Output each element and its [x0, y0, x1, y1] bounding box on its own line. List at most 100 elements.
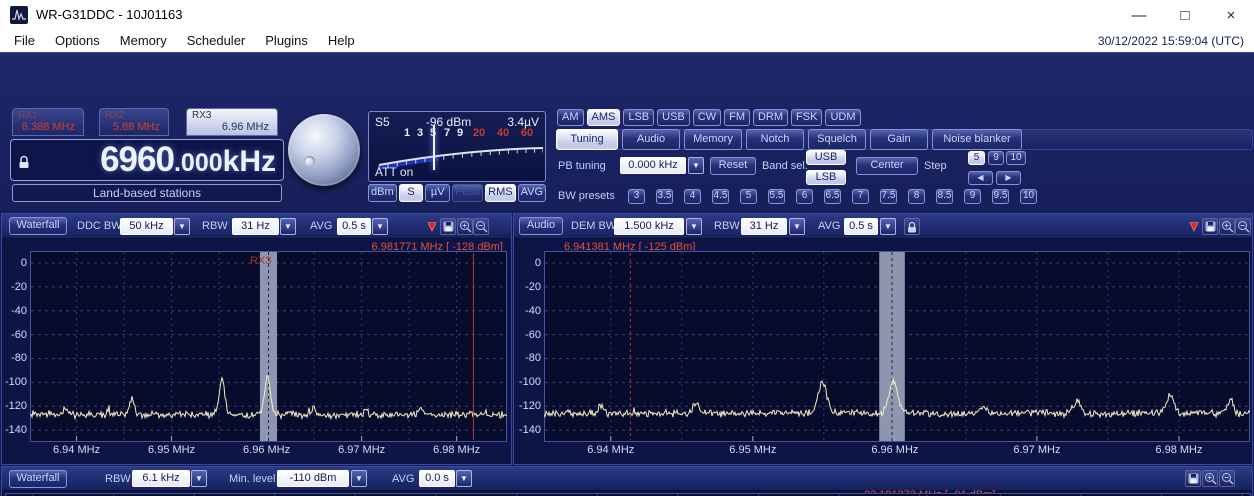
menu-item-scheduler[interactable]: Scheduler: [177, 30, 256, 52]
bw-preset-7[interactable]: 7: [852, 189, 869, 204]
mode-button-ams[interactable]: AMS: [586, 109, 621, 126]
tab-squelch[interactable]: Squelch: [808, 129, 866, 150]
save-icon[interactable]: [440, 218, 456, 235]
zoom-out-icon[interactable]: [473, 218, 489, 235]
channel-rbw-value[interactable]: 31 Hz: [741, 218, 787, 235]
tab-tuning[interactable]: Tuning: [556, 129, 618, 150]
bw-preset-5[interactable]: 5: [740, 189, 757, 204]
y-axis-label: 0: [20, 256, 27, 269]
titlebar: WR-G31DDC - 10J01163 — □ ×: [0, 0, 1254, 30]
mode-button-udm[interactable]: UDM: [825, 109, 861, 126]
ddc-bw-value[interactable]: 50 kHz: [120, 218, 173, 235]
tab-notch[interactable]: Notch: [746, 129, 804, 150]
zoom-in-icon[interactable]: [1219, 218, 1235, 235]
tab-noise-blanker[interactable]: Noise blanker: [932, 129, 1022, 150]
bw-preset-7-5[interactable]: 7.5: [880, 189, 897, 204]
lock-toggle-icon[interactable]: [904, 218, 920, 235]
tab-gain[interactable]: Gain: [870, 129, 928, 150]
menu-item-help[interactable]: Help: [318, 30, 365, 52]
audio-plot[interactable]: [544, 251, 1250, 442]
audio-button[interactable]: Audio: [519, 217, 563, 235]
bw-preset-10[interactable]: 10: [1020, 189, 1037, 204]
zoom-out-icon[interactable]: [1219, 470, 1235, 487]
rx-tab-rx2[interactable]: RX2 5.88 MHz: [99, 108, 169, 136]
bw-preset-3-5[interactable]: 3.5: [656, 189, 673, 204]
waterfall-toggle-button[interactable]: Waterfall: [9, 470, 67, 488]
bw-preset-9[interactable]: 9: [964, 189, 981, 204]
step-button-10[interactable]: 10: [1006, 151, 1026, 165]
step-button-9[interactable]: 9: [988, 151, 1004, 165]
wide-rbw-dropdown[interactable]: ▼: [191, 470, 207, 487]
menu-item-plugins[interactable]: Plugins: [255, 30, 318, 52]
bw-preset-5-5[interactable]: 5.5: [768, 189, 785, 204]
marker-icon[interactable]: [424, 218, 440, 235]
ddc-plot[interactable]: [30, 251, 507, 442]
step-up-button[interactable]: ▶: [996, 171, 1021, 185]
frequency-display[interactable]: 6960.000kHz: [10, 139, 284, 181]
pb-tuning-dropdown[interactable]: ▼: [688, 157, 704, 174]
menu-item-memory[interactable]: Memory: [110, 30, 177, 52]
zoom-in-icon[interactable]: [1202, 470, 1218, 487]
ddc-avg-dropdown[interactable]: ▼: [372, 218, 388, 235]
mode-button-drm[interactable]: DRM: [752, 109, 789, 126]
bw-preset-3[interactable]: 3: [628, 189, 645, 204]
meter-avg-button[interactable]: AVG: [517, 184, 547, 202]
save-icon[interactable]: [1202, 218, 1218, 235]
maximize-button[interactable]: □: [1162, 0, 1208, 30]
mode-button-cw[interactable]: CW: [692, 109, 722, 126]
rx-tab-rx3[interactable]: RX3 6.96 MHz: [186, 108, 278, 136]
step-button-5[interactable]: 5: [968, 151, 985, 165]
minimize-button[interactable]: —: [1116, 0, 1162, 30]
bw-preset-4[interactable]: 4: [684, 189, 701, 204]
window-title: WR-G31DDC - 10J01163: [36, 7, 183, 22]
marker-icon[interactable]: [1186, 218, 1202, 235]
pb-tuning-input[interactable]: 0.000 kHz: [620, 157, 686, 174]
meter-s-button[interactable]: S: [398, 184, 424, 202]
channel-avg-dropdown[interactable]: ▼: [880, 218, 896, 235]
wide-rbw-value[interactable]: 6.1 kHz: [132, 470, 190, 487]
bw-preset-8-5[interactable]: 8.5: [936, 189, 953, 204]
mode-button-fsk[interactable]: FSK: [791, 109, 823, 126]
min-level-value[interactable]: -110 dBm: [277, 470, 349, 487]
meter-rms-button[interactable]: RMS: [485, 184, 516, 202]
bw-preset-8[interactable]: 8: [908, 189, 925, 204]
band-lsb-button[interactable]: LSB: [806, 170, 846, 185]
zoom-in-icon[interactable]: [457, 218, 473, 235]
zoom-out-icon[interactable]: [1235, 218, 1251, 235]
ddc-rbw-dropdown[interactable]: ▼: [280, 218, 296, 235]
menu-item-file[interactable]: File: [4, 30, 45, 52]
close-button[interactable]: ×: [1208, 0, 1254, 30]
ddc-bw-dropdown[interactable]: ▼: [174, 218, 190, 235]
meter-dbm-button[interactable]: dBm: [368, 184, 397, 202]
mode-button-am[interactable]: AM: [557, 109, 584, 126]
ddc-avg-value[interactable]: 0.5 s: [337, 218, 371, 235]
ddc-rbw-value[interactable]: 31 Hz: [232, 218, 279, 235]
dem-bw-dropdown[interactable]: ▼: [686, 218, 702, 235]
center-button[interactable]: Center: [856, 157, 918, 175]
save-icon[interactable]: [1185, 470, 1201, 487]
min-level-dropdown[interactable]: ▼: [351, 470, 367, 487]
band-usb-button[interactable]: USB: [806, 150, 846, 165]
bw-preset-9-5[interactable]: 9.5: [992, 189, 1009, 204]
tab-memory[interactable]: Memory: [684, 129, 742, 150]
wide-avg-value[interactable]: 0.0 s: [419, 470, 455, 487]
channel-rbw-dropdown[interactable]: ▼: [789, 218, 805, 235]
bw-preset-6-5[interactable]: 6.5: [824, 189, 841, 204]
wide-avg-dropdown[interactable]: ▼: [456, 470, 472, 487]
tuning-knob[interactable]: [288, 114, 360, 186]
bw-preset-4-5[interactable]: 4.5: [712, 189, 729, 204]
mode-button-fm[interactable]: FM: [724, 109, 750, 126]
meter--v-button[interactable]: µV: [425, 184, 451, 202]
dem-bw-value[interactable]: 1.500 kHz: [614, 218, 684, 235]
mode-button-usb[interactable]: USB: [657, 109, 690, 126]
mode-button-lsb[interactable]: LSB: [623, 109, 655, 126]
rx-tab-rx1[interactable]: RX1 6.388 MHz: [12, 108, 84, 136]
waterfall-toggle-button[interactable]: Waterfall: [9, 217, 67, 235]
tab-audio[interactable]: Audio: [622, 129, 680, 150]
step-down-button[interactable]: ◀: [968, 171, 993, 185]
bw-preset-6[interactable]: 6: [796, 189, 813, 204]
reset-button[interactable]: Reset: [710, 157, 756, 175]
menu-item-options[interactable]: Options: [45, 30, 110, 52]
channel-avg-value[interactable]: 0.5 s: [844, 218, 878, 235]
meter-peak-button[interactable]: Peak: [452, 184, 484, 202]
